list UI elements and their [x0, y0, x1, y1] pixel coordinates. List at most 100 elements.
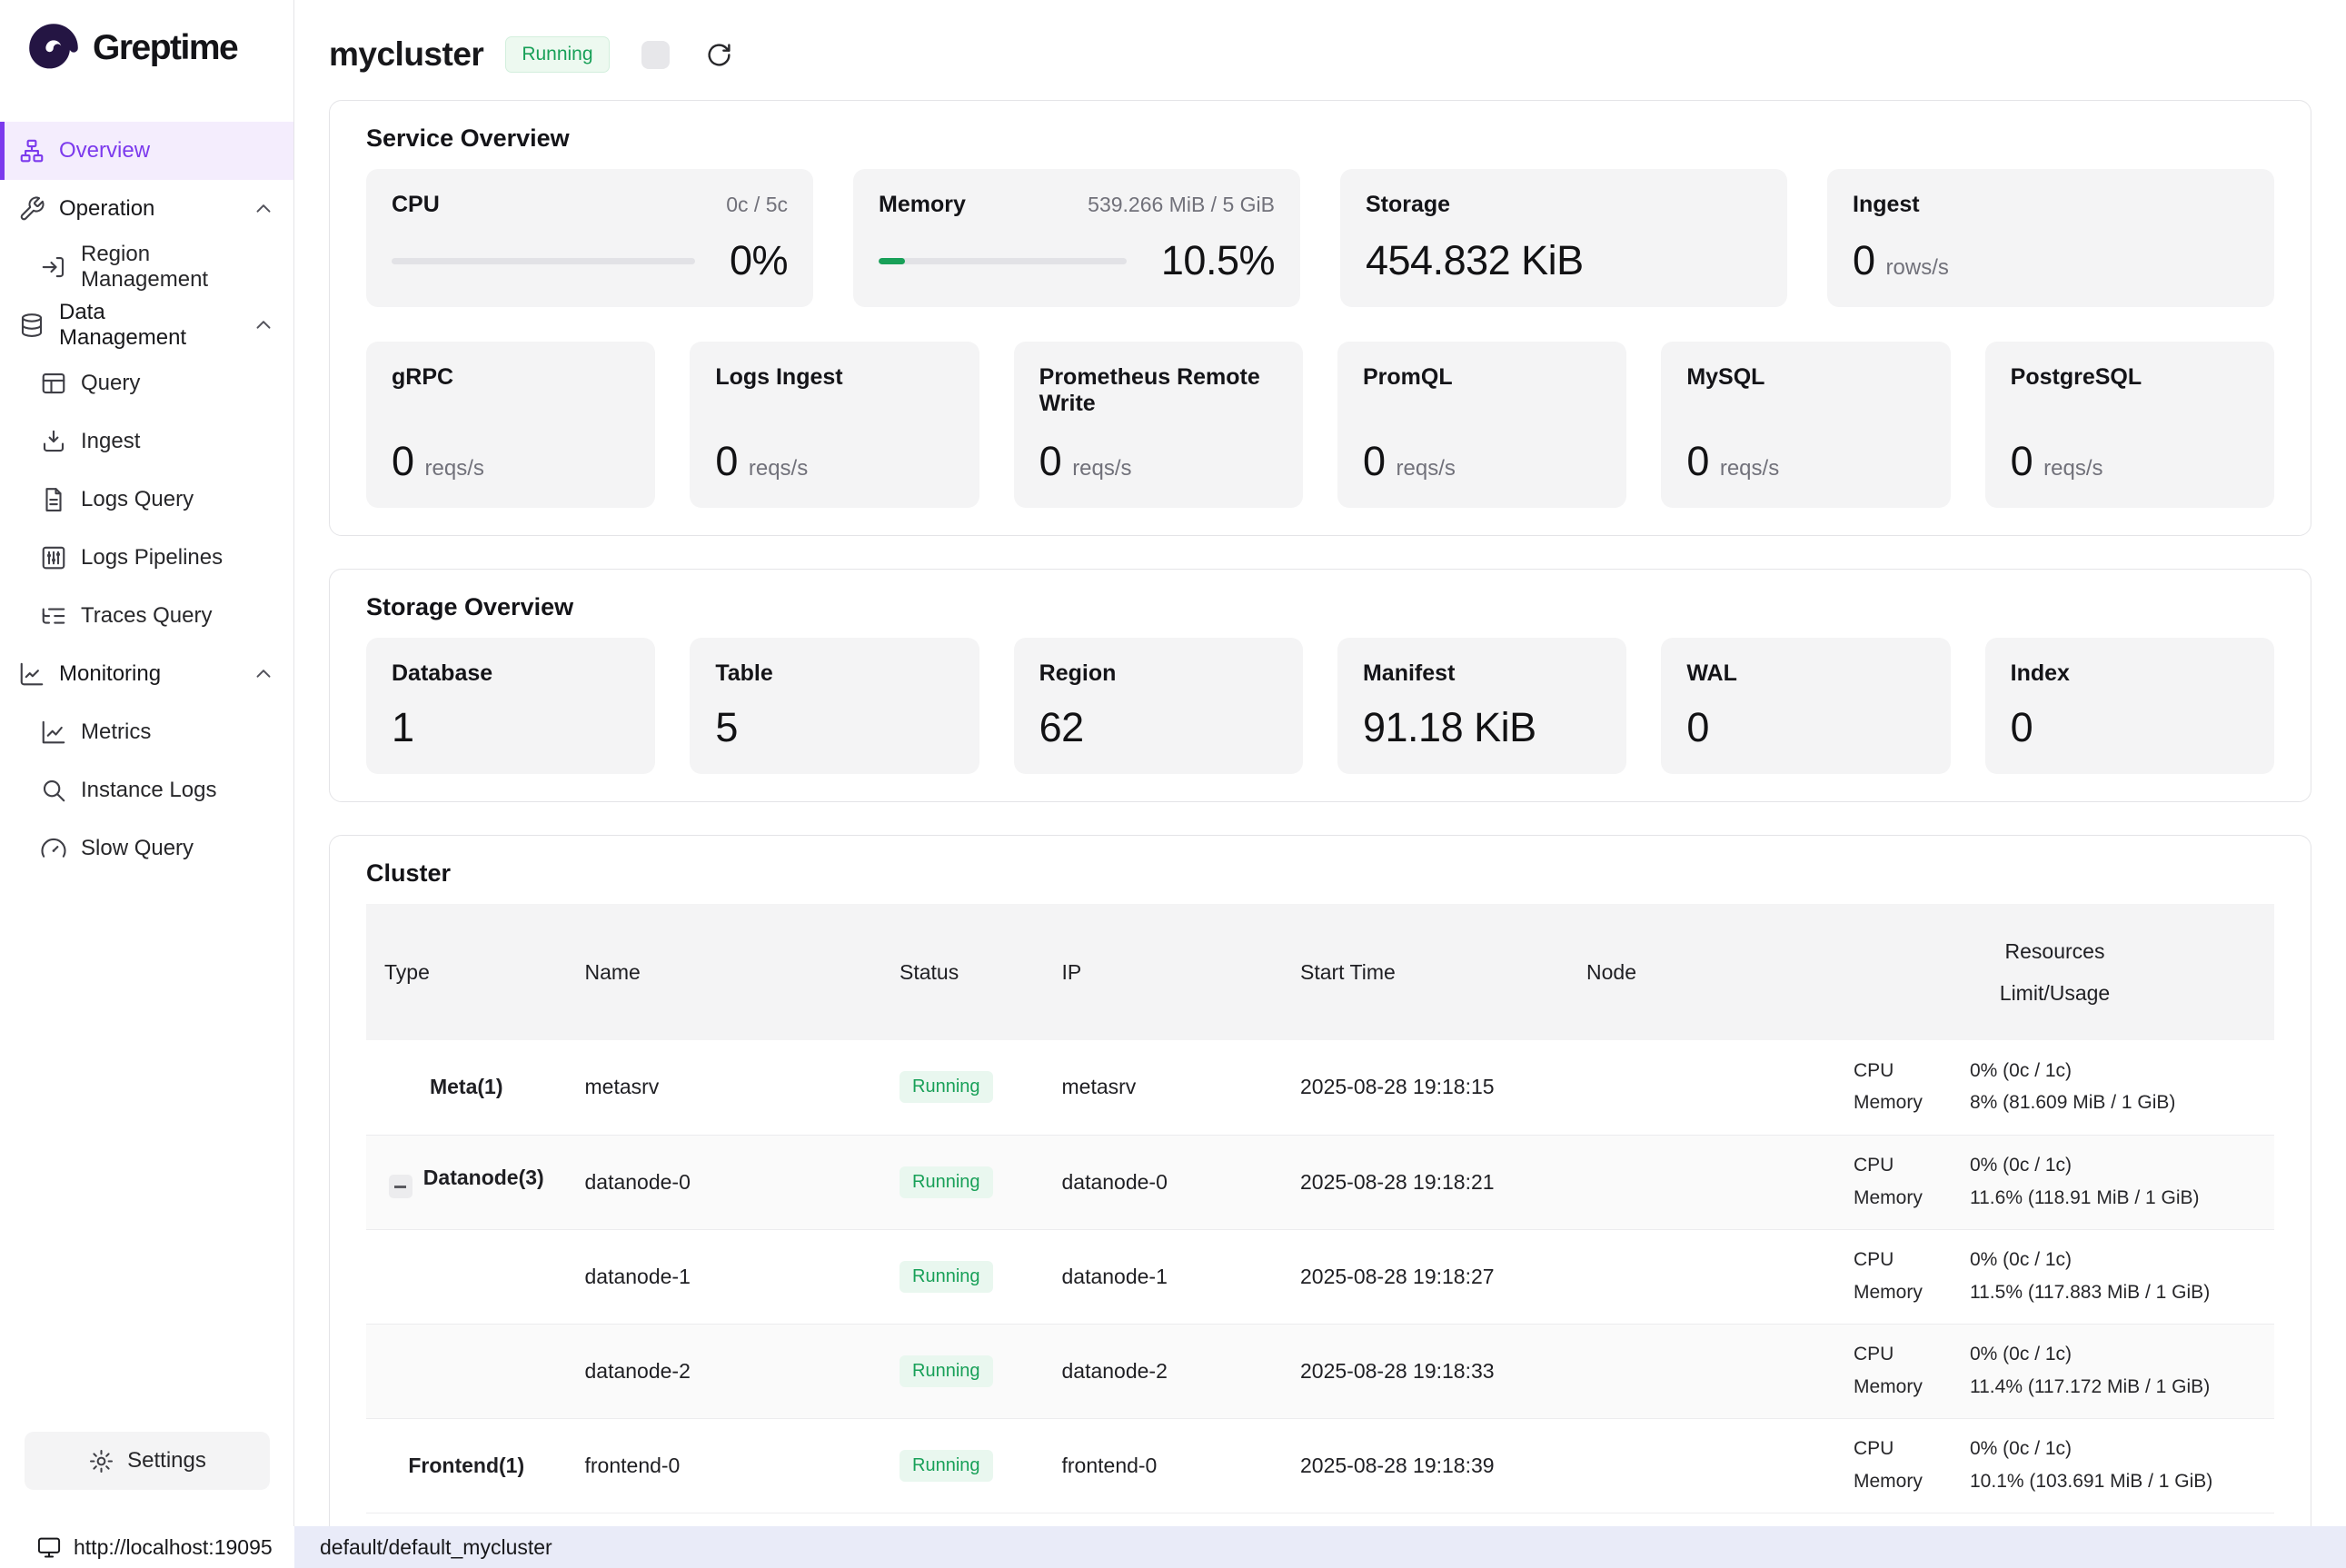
metric-label: Prometheus Remote Write: [1039, 364, 1277, 417]
metric-value: 0: [1363, 438, 1386, 485]
sidebar-footer: Settings: [0, 1432, 293, 1526]
sidebar-section-monitoring[interactable]: Monitoring: [0, 645, 293, 703]
query-table-icon: [40, 370, 67, 397]
wal-stat-card: WAL 0: [1661, 638, 1950, 774]
metric-label: Ingest: [1853, 192, 1920, 218]
sidebar-item-query[interactable]: Query: [0, 354, 293, 412]
sidebar-item-label: Instance Logs: [81, 778, 216, 803]
chevron-up-icon: [252, 662, 275, 686]
column-header-resources: Resources Limit/Usage: [1835, 904, 2274, 1040]
sidebar-item-logs-pipelines[interactable]: Logs Pipelines: [0, 529, 293, 587]
metric-value: 0: [715, 438, 738, 485]
cpu-progress-bar: [392, 258, 695, 264]
cpu-usage: 0% (0c / 1c): [1970, 1435, 2256, 1463]
ingest-unit: rows/s: [1886, 255, 1949, 281]
card-title: Cluster: [366, 859, 2274, 888]
name-cell: frontend-0: [567, 1418, 882, 1513]
ip-cell: datanode-0: [1044, 1135, 1283, 1229]
stop-button[interactable]: [635, 34, 677, 75]
name-cell: datanode-2: [567, 1324, 882, 1418]
column-header-start-time: Start Time: [1282, 904, 1568, 1040]
greptime-logo[interactable]: Greptime: [0, 0, 293, 96]
resources-cell: CPU0% (0c / 1c) Memory11.4% (117.172 MiB…: [1835, 1324, 2274, 1418]
sidebar-item-label: Traces Query: [81, 603, 212, 629]
ingest-metric-card: Ingest 0rows/s: [1827, 169, 2274, 307]
metric-label: Memory: [879, 192, 966, 218]
metric-label: Table: [715, 660, 953, 687]
metric-label: PostgreSQL: [2011, 364, 2249, 391]
traces-tree-icon: [40, 602, 67, 630]
table-header-row: Type Name Status IP Start Time Node Reso…: [366, 904, 2274, 1040]
minus-icon: [394, 1186, 406, 1188]
type-cell: Frontend(1): [366, 1418, 567, 1513]
sidebar-section-operation[interactable]: Operation: [0, 180, 293, 238]
search-icon: [40, 777, 67, 804]
stop-icon: [641, 41, 670, 69]
sidebar-section-data-management[interactable]: Data Management: [0, 296, 293, 354]
cpu-label: CPU: [1854, 1057, 1970, 1085]
metric-unit: reqs/s: [1720, 456, 1779, 481]
limit-usage-header-label: Limit/Usage: [1854, 979, 2256, 1007]
service-overview-card: Service Overview CPU 0c / 5c 0% Memory: [329, 100, 2311, 536]
memory-usage: 8% (81.609 MiB / 1 GiB): [1970, 1089, 2256, 1116]
sidebar-item-region-management[interactable]: Region Management: [0, 238, 293, 296]
index-stat-card: Index 0: [1985, 638, 2274, 774]
refresh-button[interactable]: [699, 34, 741, 75]
memory-metric-card: Memory 539.266 MiB / 5 GiB 10.5%: [853, 169, 1300, 307]
pipelines-sliders-icon: [40, 544, 67, 571]
metric-value: 0: [1686, 438, 1709, 485]
collapse-toggle[interactable]: [389, 1175, 413, 1198]
sidebar-item-slow-query[interactable]: Slow Query: [0, 819, 293, 878]
sidebar-item-label: Region Management: [81, 242, 275, 293]
cpu-usage: 0% (0c / 1c): [1970, 1246, 2256, 1274]
sidebar-item-traces-query[interactable]: Traces Query: [0, 587, 293, 645]
sidebar-item-metrics[interactable]: Metrics: [0, 703, 293, 761]
name-cell: datanode-0: [567, 1135, 882, 1229]
metric-label: Index: [2011, 660, 2249, 687]
statusbar: http://localhost:19095 default/default_m…: [0, 1526, 2346, 1568]
database-context: default/default_mycluster: [294, 1526, 2346, 1568]
sidebar-item-label: Logs Pipelines: [81, 545, 223, 571]
sidebar-item-logs-query[interactable]: Logs Query: [0, 471, 293, 529]
database-icon: [18, 312, 45, 339]
chevron-up-icon: [252, 197, 275, 221]
metric-label: PromQL: [1363, 364, 1601, 391]
cpu-label: CPU: [1854, 1152, 1970, 1179]
metric-label: Storage: [1366, 192, 1450, 218]
metric-value: 91.18 KiB: [1363, 704, 1601, 751]
cpu-label: CPU: [1854, 1341, 1970, 1368]
sidebar-item-instance-logs[interactable]: Instance Logs: [0, 761, 293, 819]
cluster-status-badge: Running: [505, 36, 609, 73]
sidebar-item-ingest[interactable]: Ingest: [0, 412, 293, 471]
cpu-label: CPU: [1854, 1435, 1970, 1463]
resources-cell: CPU0% (0c / 1c) Memory11.5% (117.883 MiB…: [1835, 1229, 2274, 1324]
cpu-percent: 0%: [730, 237, 788, 284]
memory-usage: 11.4% (117.172 MiB / 1 GiB): [1970, 1374, 2256, 1401]
ingest-icon: [40, 428, 67, 455]
mysql-card: MySQL 0reqs/s: [1661, 342, 1950, 508]
memory-percent: 10.5%: [1161, 237, 1275, 284]
cluster-name-title: mycluster: [329, 35, 483, 74]
metric-label: Region: [1039, 660, 1277, 687]
cluster-card: Cluster Type Name Status IP Start Time N…: [329, 835, 2311, 1526]
sidebar-item-overview[interactable]: Overview: [0, 122, 293, 180]
start-time-cell: 2025-08-28 19:18:33: [1282, 1324, 1568, 1418]
memory-usage: 10.1% (103.691 MiB / 1 GiB): [1970, 1468, 2256, 1495]
app-window: Greptime Overview Operation: [0, 0, 2346, 1526]
main-content: mycluster Running Service Overview CPU 0…: [294, 0, 2346, 1526]
greptime-spiral-icon: [25, 20, 82, 76]
table-row-datanode-1: datanode-1 Running datanode-1 2025-08-28…: [366, 1229, 2274, 1324]
metrics-line-chart-icon: [40, 719, 67, 746]
metric-label: gRPC: [392, 364, 630, 391]
metric-unit: reqs/s: [749, 456, 808, 481]
logs-ingest-card: Logs Ingest 0reqs/s: [690, 342, 979, 508]
monitoring-chart-icon: [18, 660, 45, 688]
resources-cell: CPU0% (0c / 1c) Memory10.1% (103.691 MiB…: [1835, 1418, 2274, 1513]
start-time-cell: 2025-08-28 19:18:39: [1282, 1418, 1568, 1513]
settings-button[interactable]: Settings: [25, 1432, 270, 1490]
type-cell: [366, 1229, 567, 1324]
manifest-stat-card: Manifest 91.18 KiB: [1337, 638, 1626, 774]
monitor-icon: [36, 1534, 62, 1560]
metric-label: Database: [392, 660, 630, 687]
metric-label: WAL: [1686, 660, 1924, 687]
